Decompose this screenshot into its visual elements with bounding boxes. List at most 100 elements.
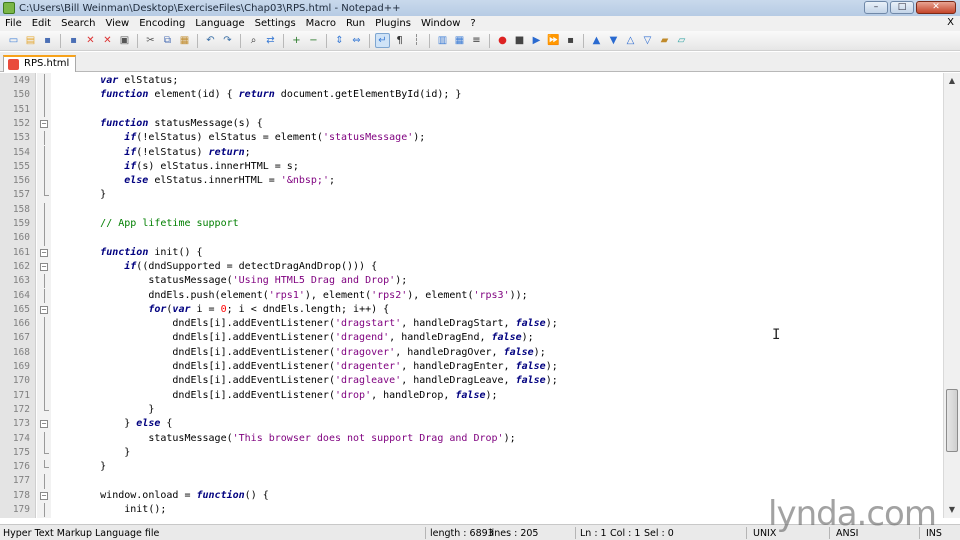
code-line[interactable]: 159 // App lifetime support: [0, 217, 944, 232]
code-line[interactable]: 152 − function statusMessage(s) {: [0, 117, 944, 131]
code-line[interactable]: 169 dndEls[i].addEventListener('dragente…: [0, 360, 944, 375]
code-line[interactable]: 174 statusMessage('This browser does not…: [0, 431, 944, 446]
play-macro-icon[interactable]: ▶: [529, 33, 544, 48]
code-line[interactable]: 172 }: [0, 402, 944, 417]
menu-plugins[interactable]: Plugins: [370, 18, 416, 29]
code-line[interactable]: 167 dndEls[i].addEventListener('dragend'…: [0, 331, 944, 346]
code-line[interactable]: 155 if(s) elStatus.innerHTML = s;: [0, 159, 944, 175]
collapse-icon[interactable]: ▲: [589, 33, 604, 48]
copy-icon[interactable]: ⧉: [160, 33, 175, 48]
user-lang-icon[interactable]: ▥: [435, 33, 450, 48]
code-line[interactable]: 157 }: [0, 188, 944, 202]
up-icon[interactable]: △: [623, 33, 638, 48]
fold-toggle-icon[interactable]: −: [40, 305, 48, 314]
menu-edit[interactable]: Edit: [27, 18, 56, 29]
menu-help[interactable]: ?: [465, 18, 480, 29]
line-number: 153: [12, 132, 30, 144]
fold-toggle-icon[interactable]: −: [40, 119, 48, 128]
fold-toggle-icon[interactable]: −: [40, 491, 48, 500]
unfold-all-icon[interactable]: ▱: [674, 33, 689, 48]
close-icon[interactable]: ✕: [83, 33, 98, 48]
code-text: dndEls.push(element('rps1'), element('rp…: [52, 289, 528, 301]
menu-run[interactable]: Run: [341, 18, 370, 29]
undo-icon[interactable]: ↶: [203, 33, 218, 48]
doc-map-icon[interactable]: ▦: [452, 33, 467, 48]
menu-file[interactable]: File: [0, 18, 27, 29]
code-line[interactable]: 150 function element(id) { return docume…: [0, 88, 944, 103]
menu-language[interactable]: Language: [190, 18, 249, 29]
indent-guide-icon[interactable]: ┆: [409, 33, 424, 48]
menu-window[interactable]: Window: [416, 18, 465, 29]
code-line[interactable]: 162 − if((dndSupported = detectDragAndDro…: [0, 260, 944, 274]
code-line[interactable]: 165 − for(var i = 0; i < dndEls.length; i…: [0, 303, 944, 317]
line-number: 177: [12, 475, 30, 487]
cut-icon[interactable]: ✂: [143, 33, 158, 48]
sync-v-icon[interactable]: ⇕: [332, 33, 347, 48]
menu-view[interactable]: View: [100, 18, 134, 29]
show-all-chars-icon[interactable]: ¶: [392, 33, 407, 48]
menu-search[interactable]: Search: [56, 18, 100, 29]
close-window-button[interactable]: ✕: [916, 1, 956, 14]
fold-toggle-icon[interactable]: −: [40, 248, 48, 257]
code-line[interactable]: 168 dndEls[i].addEventListener('dragover…: [0, 345, 944, 360]
open-file-icon[interactable]: ▤: [23, 33, 38, 48]
code-line[interactable]: 161 − function init() {: [0, 246, 944, 260]
code-line[interactable]: 176 }: [0, 460, 944, 474]
paste-icon[interactable]: ▦: [177, 33, 192, 48]
title-bar: C:\Users\Bill Weinman\Desktop\ExerciseFi…: [0, 0, 960, 16]
code-line[interactable]: 173 − } else {: [0, 417, 944, 431]
fold-toggle-icon[interactable]: −: [40, 420, 48, 429]
code-line[interactable]: 175 }: [0, 445, 944, 460]
code-line[interactable]: 158: [0, 202, 944, 217]
zoom-out-icon[interactable]: −: [306, 33, 321, 48]
scrollbar-thumb[interactable]: [946, 389, 958, 452]
stop-macro-icon[interactable]: ■: [512, 33, 527, 48]
code-line[interactable]: 151: [0, 102, 944, 117]
menu-encoding[interactable]: Encoding: [134, 18, 190, 29]
code-line[interactable]: 149 var elStatus;: [0, 74, 944, 89]
code-line[interactable]: 160: [0, 231, 944, 246]
fold-all-icon[interactable]: ▰: [657, 33, 672, 48]
sync-h-icon[interactable]: ⇔: [349, 33, 364, 48]
word-wrap-icon[interactable]: ↵: [375, 33, 390, 48]
code-line[interactable]: 170 dndEls[i].addEventListener('dragleav…: [0, 374, 944, 389]
code-text: }: [52, 446, 131, 458]
code-editor[interactable]: 149 var elStatus; 150 function element(id…: [0, 73, 960, 518]
fold-toggle-icon[interactable]: −: [40, 262, 48, 271]
play-multiple-icon[interactable]: ⏩: [546, 33, 561, 48]
redo-icon[interactable]: ↷: [220, 33, 235, 48]
save-all-icon[interactable]: ▪: [66, 33, 81, 48]
scroll-up-arrow-icon[interactable]: ▲: [944, 73, 960, 89]
tab-rps-html[interactable]: RPS.html: [3, 55, 77, 72]
code-line[interactable]: 177: [0, 474, 944, 489]
minimize-button[interactable]: –: [864, 1, 888, 14]
code-line[interactable]: 164 dndEls.push(element('rps1'), element…: [0, 288, 944, 303]
save-macro-icon[interactable]: ▪: [563, 33, 578, 48]
code-line[interactable]: 166 dndEls[i].addEventListener('dragstar…: [0, 317, 944, 332]
new-file-icon[interactable]: ▭: [6, 33, 21, 48]
find-icon[interactable]: ⌕: [246, 33, 261, 48]
code-line[interactable]: 154 if(!elStatus) return;: [0, 145, 944, 160]
fold-guide-line: [44, 474, 45, 489]
scroll-down-arrow-icon[interactable]: ▼: [944, 502, 960, 518]
code-line[interactable]: 153 if(!elStatus) elStatus = element('st…: [0, 131, 944, 146]
vertical-scrollbar[interactable]: ▲ ▼: [943, 73, 960, 518]
fold-guide-line: [44, 88, 45, 103]
line-number: 158: [12, 203, 30, 215]
print-icon[interactable]: ▣: [117, 33, 132, 48]
function-list-icon[interactable]: ≡: [469, 33, 484, 48]
code-line[interactable]: 171 dndEls[i].addEventListener('drop', h…: [0, 388, 944, 403]
menu-settings[interactable]: Settings: [250, 18, 301, 29]
menu-macro[interactable]: Macro: [301, 18, 341, 29]
code-line[interactable]: 163 statusMessage('Using HTML5 Drag and …: [0, 274, 944, 289]
replace-icon[interactable]: ⇄: [263, 33, 278, 48]
record-macro-icon[interactable]: ●: [495, 33, 510, 48]
close-document-button[interactable]: X: [947, 17, 954, 28]
maximize-button[interactable]: □: [890, 1, 914, 14]
save-icon[interactable]: ▪: [40, 33, 55, 48]
code-line[interactable]: 156 else elStatus.innerHTML = '&nbsp;';: [0, 174, 944, 189]
zoom-in-icon[interactable]: +: [289, 33, 304, 48]
close-all-icon[interactable]: ✕: [100, 33, 115, 48]
down-icon[interactable]: ▽: [640, 33, 655, 48]
expand-icon[interactable]: ▼: [606, 33, 621, 48]
